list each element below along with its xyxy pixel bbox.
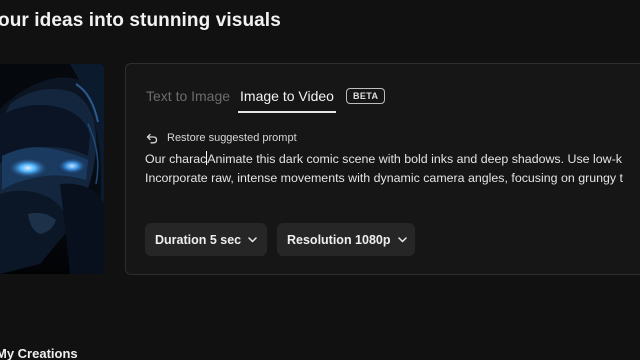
- duration-dropdown[interactable]: Duration 5 sec: [145, 223, 267, 256]
- my-creations-heading: My Creations: [0, 346, 78, 360]
- resolution-label: Resolution 1080p: [287, 232, 391, 247]
- generation-panel: Text to Image Image to Video BETA Restor…: [125, 63, 640, 275]
- page-title: our ideas into stunning visuals: [0, 10, 281, 31]
- prompt-text-after-caret: Animate this dark comic scene with bold …: [207, 152, 622, 166]
- prompt-line-1: Our characAnimate this dark comic scene …: [145, 150, 640, 169]
- prompt-line-2: Incorporate raw, intense movements with …: [145, 171, 623, 185]
- prompt-text-before-caret: Our charac: [145, 152, 207, 166]
- beta-badge: BETA: [345, 88, 386, 104]
- tab-image-to-video[interactable]: Image to Video: [238, 88, 336, 113]
- undo-arrow-icon: [146, 133, 158, 143]
- comic-hero-image: [0, 64, 104, 274]
- restore-prompt-label: Restore suggested prompt: [167, 132, 297, 144]
- duration-label: Duration 5 sec: [155, 232, 242, 247]
- restore-prompt-button[interactable]: Restore suggested prompt: [146, 132, 297, 144]
- chevron-down-icon: [397, 236, 407, 243]
- chevron-down-icon: [248, 236, 257, 243]
- source-image-preview[interactable]: [0, 64, 104, 274]
- tab-text-to-image[interactable]: Text to Image: [146, 88, 230, 104]
- resolution-dropdown[interactable]: Resolution 1080p: [277, 223, 415, 256]
- prompt-textarea[interactable]: Our characAnimate this dark comic scene …: [145, 150, 640, 188]
- mode-tabs: Text to Image Image to Video BETA: [146, 85, 386, 113]
- app-page: our ideas into stunning visuals Text to …: [0, 0, 640, 360]
